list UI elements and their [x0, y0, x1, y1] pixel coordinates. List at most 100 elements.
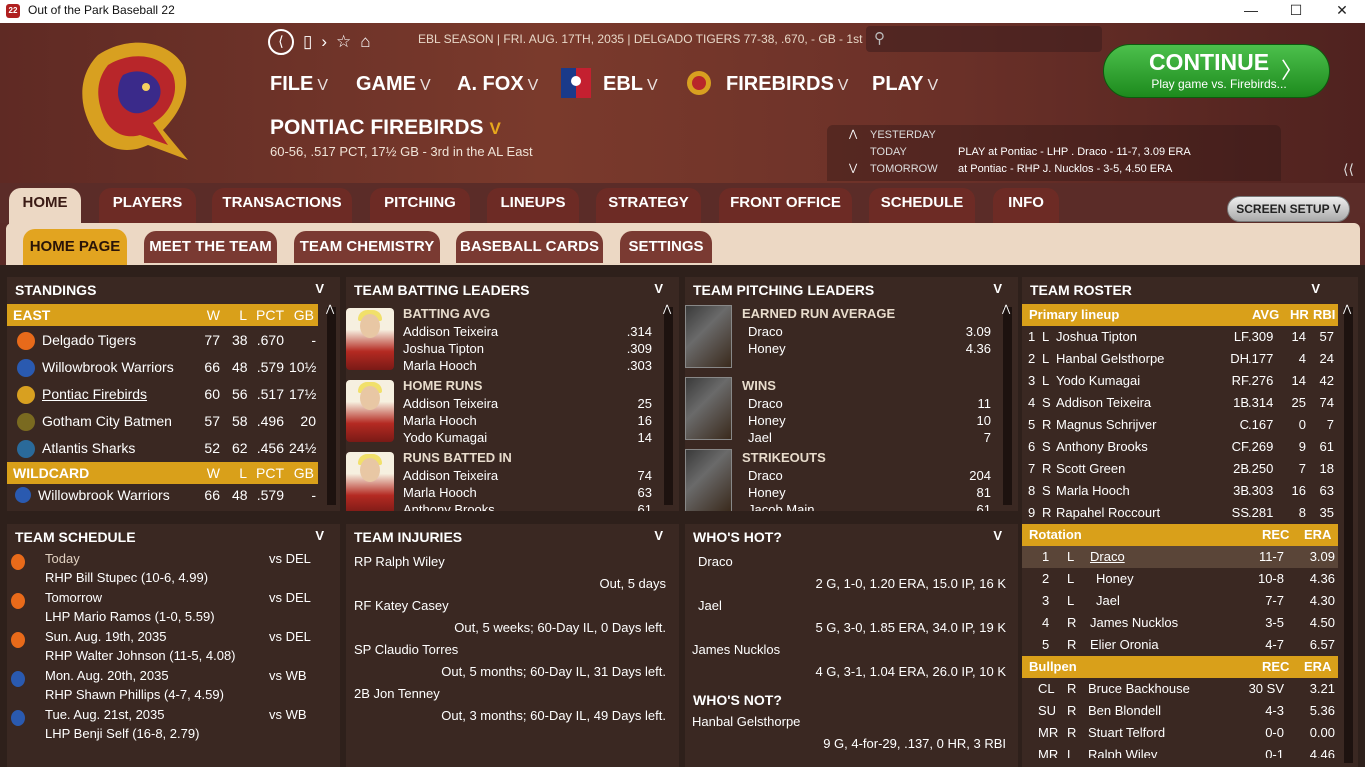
- back-icon[interactable]: ⟨: [268, 29, 294, 55]
- injured-player[interactable]: RF Katey Casey: [354, 598, 449, 613]
- bullpen-row[interactable]: CL R Bruce Backhouse 30 SV 3.21: [1022, 678, 1338, 700]
- schedule-day[interactable]: Today: [45, 551, 80, 566]
- home-icon[interactable]: ⌂: [360, 32, 370, 52]
- search-input[interactable]: ⚲: [866, 26, 1102, 52]
- player-photo[interactable]: [346, 452, 394, 511]
- pitching-scrollbar[interactable]: ⋀: [1002, 304, 1012, 505]
- wildcard-row[interactable]: Willowbrook Warriors 66 48 .579 -: [7, 484, 316, 506]
- leader-name[interactable]: Anthony Brooks: [403, 502, 495, 511]
- leader-name[interactable]: Addison Teixeira: [403, 468, 498, 483]
- lineup-row[interactable]: 8 S Marla Hooch 3B .303 16 63: [1022, 480, 1338, 502]
- leader-name[interactable]: Marla Hooch: [403, 358, 477, 373]
- lineup-row[interactable]: 2 L Hanbal Gelsthorpe DH .177 4 24: [1022, 348, 1338, 370]
- subtab-baseball-cards[interactable]: BASEBALL CARDS: [456, 231, 603, 263]
- leader-name[interactable]: Marla Hooch: [403, 485, 477, 500]
- schedule-opponent[interactable]: vs WB: [269, 707, 307, 722]
- close-button[interactable]: ✕: [1319, 0, 1365, 23]
- standings-row[interactable]: Pontiac Firebirds 60 56 .517 17½: [7, 381, 316, 408]
- rotation-row[interactable]: 3 L Jael 7-7 4.30: [1022, 590, 1338, 612]
- injured-player[interactable]: RP Ralph Wiley: [354, 554, 445, 569]
- injured-player[interactable]: 2B Jon Tenney: [354, 686, 440, 701]
- tab-schedule[interactable]: SCHEDULE: [869, 188, 975, 224]
- bullpen-row[interactable]: MR L Ralph Wiley 0-1 4.46: [1022, 744, 1338, 758]
- menu-play[interactable]: PLAY V: [872, 73, 938, 96]
- subtab-team-chemistry[interactable]: TEAM CHEMISTRY: [294, 231, 440, 263]
- player-photo[interactable]: [346, 308, 394, 370]
- menu-league[interactable]: EBL V: [603, 73, 658, 96]
- lineup-row[interactable]: 4 S Addison Teixeira 1B .314 25 74: [1022, 392, 1338, 414]
- star-icon[interactable]: ☆: [336, 32, 351, 52]
- leader-name[interactable]: Draco: [748, 468, 783, 483]
- hot-player[interactable]: Jael: [698, 598, 722, 613]
- subtab-meet-the-team[interactable]: MEET THE TEAM: [144, 231, 277, 263]
- tab-pitching[interactable]: PITCHING: [370, 188, 470, 224]
- standings-row[interactable]: Willowbrook Warriors 66 48 .579 10½: [7, 354, 316, 381]
- tab-lineups[interactable]: LINEUPS: [487, 188, 579, 224]
- lineup-row[interactable]: 9 R Rapahel Roccourt SS .281 8 35: [1022, 502, 1338, 524]
- leader-name[interactable]: Addison Teixeira: [403, 324, 498, 339]
- hot-player[interactable]: James Nucklos: [692, 642, 780, 657]
- tab-info[interactable]: INFO: [993, 188, 1059, 224]
- hot-player[interactable]: Draco: [698, 554, 733, 569]
- schedule-day[interactable]: Sun. Aug. 19th, 2035: [45, 629, 166, 644]
- schedule-starter[interactable]: RHP Walter Johnson (11-5, 4.08): [45, 648, 236, 663]
- roster-scrollbar[interactable]: ⋀: [1343, 304, 1353, 763]
- lineup-row[interactable]: 3 L Yodo Kumagai RF .276 14 42: [1022, 370, 1338, 392]
- pitcher-photo[interactable]: [685, 305, 732, 368]
- leader-name[interactable]: Jael: [748, 430, 772, 445]
- rotation-row[interactable]: 4 R James Nucklos 3-5 4.50: [1022, 612, 1338, 634]
- schedule-starter[interactable]: RHP Shawn Phillips (4-7, 4.59): [45, 687, 224, 702]
- lineup-row[interactable]: 7 R Scott Green 2B .250 7 18: [1022, 458, 1338, 480]
- standings-row[interactable]: Gotham City Batmen 57 58 .496 20: [7, 408, 316, 435]
- leader-name[interactable]: Yodo Kumagai: [403, 430, 487, 445]
- schedule-starter[interactable]: RHP Bill Stupec (10-6, 4.99): [45, 570, 208, 585]
- lineup-row[interactable]: 1 L Joshua Tipton LF .309 14 57: [1022, 326, 1338, 348]
- standings-scrollbar[interactable]: ⋀: [326, 304, 336, 505]
- maximize-button[interactable]: ☐: [1273, 0, 1319, 23]
- not-player[interactable]: Hanbal Gelsthorpe: [692, 714, 800, 729]
- continue-button[interactable]: CONTINUE 〉 Play game vs. Firebirds...: [1103, 44, 1330, 98]
- forward-icon[interactable]: ›: [321, 32, 327, 52]
- subtab-settings[interactable]: SETTINGS: [620, 231, 712, 263]
- leader-name[interactable]: Marla Hooch: [403, 413, 477, 428]
- lineup-row[interactable]: 6 S Anthony Brooks CF .269 9 61: [1022, 436, 1338, 458]
- leader-name[interactable]: Addison Teixeira: [403, 396, 498, 411]
- injured-player[interactable]: SP Claudio Torres: [354, 642, 458, 657]
- bullpen-row[interactable]: SU R Ben Blondell 4-3 5.36: [1022, 700, 1338, 722]
- leader-name[interactable]: Joshua Tipton: [403, 341, 484, 356]
- tab-transactions[interactable]: TRANSACTIONS: [212, 188, 352, 224]
- menu-game[interactable]: GAME V: [356, 73, 431, 96]
- subtab-home-page[interactable]: HOME PAGE: [23, 229, 127, 265]
- standings-row[interactable]: Delgado Tigers 77 38 .670 -: [7, 327, 316, 354]
- pitcher-photo[interactable]: [685, 377, 732, 440]
- schedule-opponent[interactable]: vs WB: [269, 668, 307, 683]
- leader-name[interactable]: Honey: [748, 341, 786, 356]
- rotation-row[interactable]: 5 R Elier Oronia 4-7 6.57: [1022, 634, 1338, 656]
- menu-manager[interactable]: A. FOX V: [457, 73, 538, 96]
- screen-setup-button[interactable]: SCREEN SETUP V: [1227, 196, 1350, 222]
- batting-scrollbar[interactable]: ⋀: [663, 304, 673, 505]
- schedule-day[interactable]: Tue. Aug. 21st, 2035: [45, 707, 165, 722]
- menu-team[interactable]: FIREBIRDS V: [726, 73, 848, 96]
- schedule-day[interactable]: Mon. Aug. 20th, 2035: [45, 668, 169, 683]
- leader-name[interactable]: Draco: [748, 396, 783, 411]
- menu-file[interactable]: FILE V: [270, 73, 328, 96]
- rotation-row[interactable]: 2 L Honey 10-8 4.36: [1022, 568, 1338, 590]
- schedule-starter[interactable]: LHP Benji Self (16-8, 2.79): [45, 726, 199, 741]
- player-photo[interactable]: [346, 380, 394, 442]
- leader-name[interactable]: Honey: [748, 413, 786, 428]
- team-name[interactable]: PONTIAC FIREBIRDS V: [270, 116, 501, 140]
- standings-row[interactable]: Atlantis Sharks 52 62 .456 24½: [7, 435, 316, 462]
- schedule-opponent[interactable]: vs DEL: [269, 551, 311, 566]
- tab-home[interactable]: HOME: [9, 188, 81, 224]
- page-icon[interactable]: ▯: [303, 32, 312, 52]
- tab-strategy[interactable]: STRATEGY: [596, 188, 701, 224]
- pitcher-photo[interactable]: [685, 449, 732, 511]
- minimize-button[interactable]: —: [1228, 0, 1274, 23]
- leader-name[interactable]: Honey: [748, 485, 786, 500]
- schedule-opponent[interactable]: vs DEL: [269, 590, 311, 605]
- schedule-starter[interactable]: LHP Mario Ramos (1-0, 5.59): [45, 609, 215, 624]
- tab-players[interactable]: PLAYERS: [99, 188, 196, 224]
- tab-front-office[interactable]: FRONT OFFICE: [719, 188, 852, 224]
- schedule-day[interactable]: Tomorrow: [45, 590, 102, 605]
